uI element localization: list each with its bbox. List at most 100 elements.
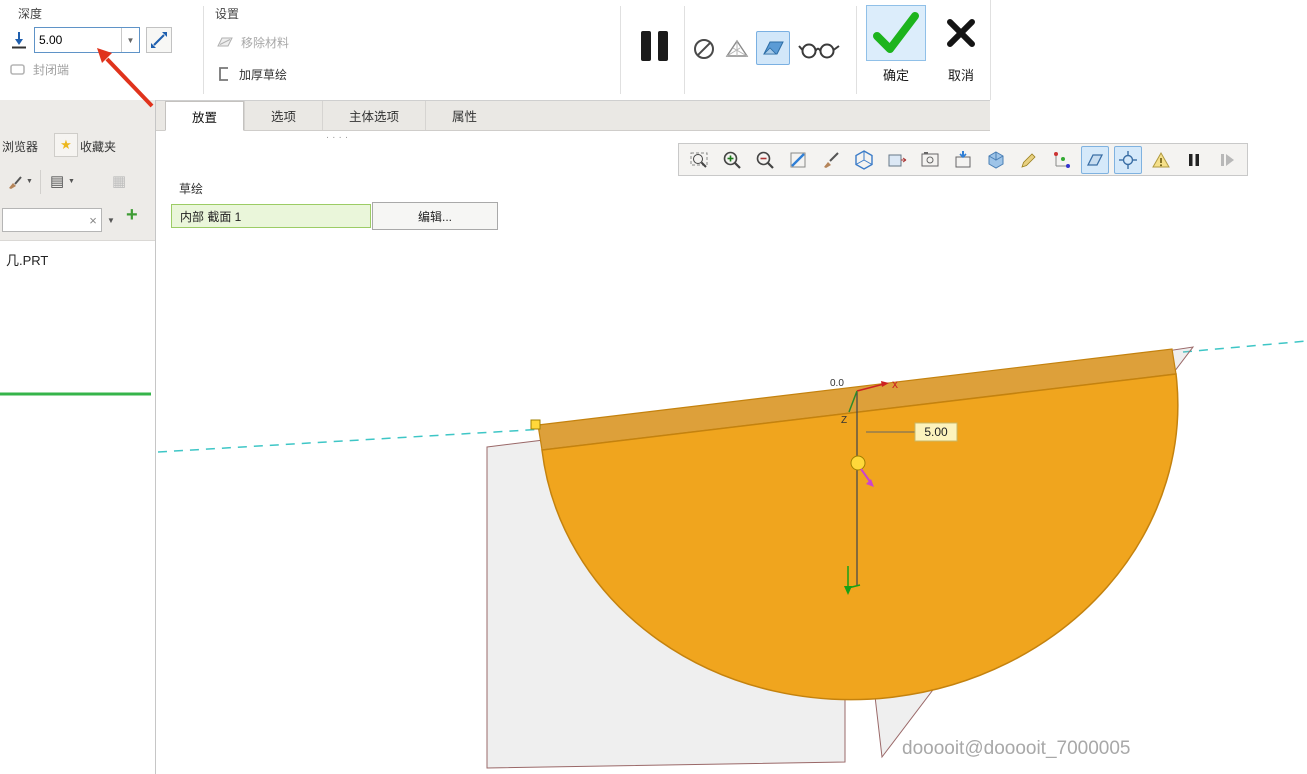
depth-group-label: 深度: [18, 5, 42, 22]
thicken-sketch-label: 加厚草绘: [239, 66, 287, 83]
sketch-label: 草绘: [179, 180, 203, 197]
dashboard-tab-strip: 放置 选项 主体选项 属性: [156, 101, 990, 131]
brush-icon: [6, 173, 24, 191]
direction-arrowhead: [866, 479, 874, 487]
tab-options[interactable]: 选项: [244, 101, 322, 130]
refit-icon[interactable]: [685, 146, 713, 174]
tab-properties[interactable]: 属性: [425, 101, 503, 130]
dimension-value-box[interactable]: [915, 423, 957, 441]
depth-value-field: ▼: [34, 27, 140, 53]
thicken-sketch-option[interactable]: 加厚草绘: [215, 65, 287, 83]
tree-list-icon[interactable]: ▤: [50, 172, 64, 190]
geometry-preview-icon: [760, 35, 786, 61]
zoom-out-icon[interactable]: [751, 146, 779, 174]
flip-direction-icon: [149, 30, 169, 50]
csys-origin-label: 0.0: [830, 378, 844, 389]
navigator-sidebar: 浏览器 ★ 收藏夹 ▼ ▤ ▼ ▦ × ▼ + 几.PRT: [0, 100, 156, 774]
repaint-icon[interactable]: [784, 146, 812, 174]
csys-x-arrowhead: [881, 381, 889, 387]
warning-icon[interactable]: [1147, 146, 1175, 174]
depth-type-button[interactable]: [6, 27, 32, 53]
placement-panel: ···· 草绘 内部 截面 1 编辑...: [157, 131, 520, 250]
edit-sketch-button[interactable]: 编辑...: [372, 202, 498, 230]
graphics-toolbar: [678, 143, 1248, 176]
filter-dropdown-icon[interactable]: ▼: [26, 178, 33, 185]
ok-check-icon: [869, 8, 923, 58]
settings-group-label: 设置: [215, 5, 239, 22]
remove-material-option: 移除材料: [215, 33, 289, 51]
closed-ends-label: 封闭端: [33, 61, 69, 78]
watermark-text: dooooit@dooooit_7000005: [902, 738, 1131, 759]
zoom-in-icon[interactable]: [718, 146, 746, 174]
tab-placement[interactable]: 放置: [165, 101, 244, 131]
csys-x-label: x: [892, 377, 898, 391]
extrude-front-face[interactable]: [542, 374, 1178, 700]
remove-material-icon: [215, 33, 235, 51]
clear-search-icon[interactable]: ×: [85, 213, 101, 228]
no-preview-icon: [692, 37, 716, 61]
verify-button[interactable]: [796, 37, 842, 63]
capture-icon[interactable]: [916, 146, 944, 174]
datum-centerline-right: [1183, 341, 1307, 352]
csys-z-axis: [849, 391, 857, 412]
thicken-sketch-icon: [215, 65, 233, 83]
add-filter-icon[interactable]: +: [126, 204, 138, 227]
geometry-preview-button[interactable]: [756, 31, 790, 65]
pause-button[interactable]: [641, 31, 668, 61]
navigator-header: 浏览器 ★ 收藏夹 ▼ ▤ ▼ ▦ × ▼ +: [0, 100, 155, 241]
wireframe-preview-button[interactable]: [722, 34, 752, 64]
cube-outline-icon[interactable]: [850, 146, 878, 174]
section-view-icon[interactable]: [883, 146, 911, 174]
edge-handle-square[interactable]: [531, 420, 540, 429]
list-dropdown-icon[interactable]: ▼: [68, 178, 75, 185]
csys-z-label: Z: [841, 415, 847, 426]
favorites-tab[interactable]: 收藏夹: [80, 138, 116, 155]
closed-ends-option: 封闭端: [8, 60, 69, 79]
blind-depth-icon: [9, 30, 29, 50]
search-dropdown-icon[interactable]: ▼: [107, 216, 115, 225]
axis-marker-arrowhead: [844, 586, 852, 595]
cancel-label: 取消: [932, 65, 990, 84]
brush-style-icon[interactable]: [817, 146, 845, 174]
favorites-icon[interactable]: ★: [54, 133, 78, 157]
datum-plane-right[interactable]: [841, 347, 1193, 757]
datum-centerline: [158, 429, 545, 452]
flip-direction-button[interactable]: [146, 27, 172, 53]
closed-ends-icon: [8, 60, 27, 79]
tree-search-input[interactable]: [3, 213, 85, 227]
panel-drag-handle[interactable]: ····: [157, 132, 520, 143]
wireframe-preview-icon: [724, 36, 750, 62]
browser-tab[interactable]: 浏览器: [2, 138, 38, 155]
pause-icon[interactable]: [1180, 146, 1208, 174]
ok-label: 确定: [866, 65, 926, 84]
axis-marker-branch: [848, 585, 860, 588]
datum-display-icon[interactable]: [1048, 146, 1076, 174]
cancel-button[interactable]: 取消: [932, 5, 990, 84]
spin-center-toggle-icon[interactable]: [1114, 146, 1142, 174]
depth-value-input[interactable]: [35, 28, 121, 52]
cancel-x-icon: [945, 17, 977, 49]
tree-search-box: ×: [2, 208, 102, 232]
annotate-icon[interactable]: [1015, 146, 1043, 174]
ribbon: 深度 ▼ 封闭端 设置 移除材料: [0, 0, 1307, 100]
tree-settings-icon: ▦: [112, 172, 126, 190]
no-preview-button[interactable]: [690, 35, 718, 63]
star-icon: ★: [60, 137, 72, 153]
tree-filter-button[interactable]: [4, 171, 26, 193]
model-tree-item[interactable]: 几.PRT: [6, 250, 48, 269]
sketch-collector-field[interactable]: 内部 截面 1: [171, 204, 371, 228]
glasses-verify-icon: [798, 39, 840, 61]
depth-dropdown-arrow[interactable]: ▼: [121, 28, 139, 52]
shaded-cube-icon[interactable]: [982, 146, 1010, 174]
view-normal-icon[interactable]: [949, 146, 977, 174]
remove-material-label: 移除材料: [241, 34, 289, 51]
depth-drag-handle[interactable]: [851, 456, 865, 470]
extrude-top-face[interactable]: [538, 349, 1176, 450]
datum-plane-toggle-icon[interactable]: [1081, 146, 1109, 174]
tab-body-options[interactable]: 主体选项: [322, 101, 425, 130]
step-icon: [1213, 146, 1241, 174]
datum-plane-left[interactable]: [487, 403, 845, 768]
csys-x-axis: [857, 384, 884, 391]
ok-button[interactable]: 确定: [866, 5, 926, 84]
direction-arrow: [861, 469, 871, 483]
